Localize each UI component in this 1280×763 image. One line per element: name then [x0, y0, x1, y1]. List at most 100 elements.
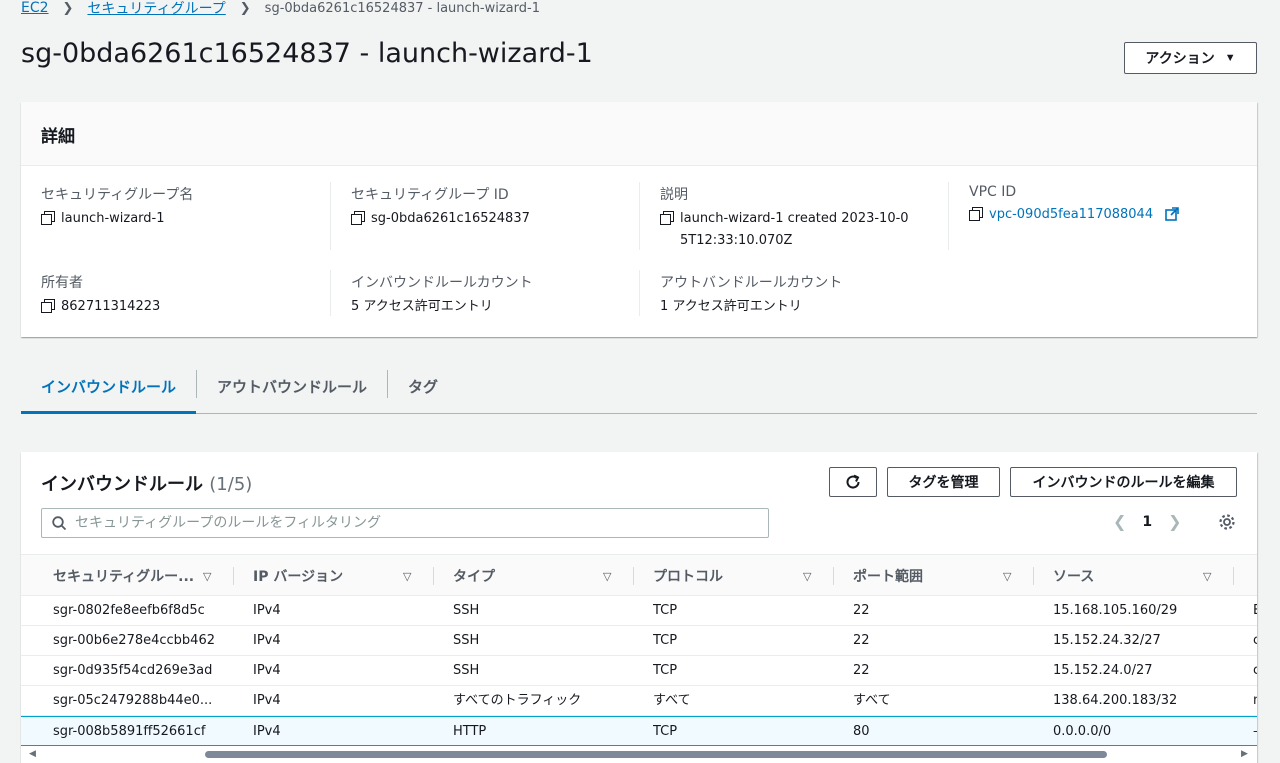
- page-number[interactable]: 1: [1142, 514, 1152, 530]
- actions-button-label: アクション: [1145, 50, 1215, 66]
- sort-down-icon[interactable]: ▽: [403, 570, 411, 583]
- breadcrumb-security-groups-link[interactable]: セキュリティグループ: [87, 0, 225, 18]
- cell-ip-version: IPv4: [253, 693, 281, 708]
- tab-tags[interactable]: タグ: [388, 362, 458, 414]
- manage-tags-button[interactable]: タグを管理: [887, 467, 1000, 497]
- inbound-count-value: 5 アクセス許可エントリ: [351, 299, 493, 314]
- detail-label: セキュリティグループ ID: [351, 187, 509, 203]
- column-header-source[interactable]: ソース ▽: [1053, 555, 1233, 597]
- refresh-icon: [846, 474, 860, 489]
- tab-outbound-rules[interactable]: アウトバウンドルール: [197, 362, 387, 414]
- table-row[interactable]: sgr-05c2479288b44e0... IPv4 すべてのトラフィック す…: [21, 686, 1257, 716]
- column-header-port-range[interactable]: ポート範囲 ▽: [853, 555, 1033, 597]
- owner-value: 862711314223: [61, 299, 161, 314]
- detail-label: 所有者: [41, 275, 83, 291]
- chevron-right-icon[interactable]: ❯: [1168, 512, 1181, 531]
- description-value: launch-wizard-1 created 2023-10-05T12:33…: [680, 211, 909, 248]
- detail-inbound-count: インバウンドルールカウント 5 アクセス許可エントリ: [351, 272, 631, 318]
- sort-down-icon[interactable]: ▽: [1003, 570, 1011, 583]
- cell-source: 138.64.200.183/32: [1053, 693, 1178, 708]
- detail-outbound-count: アウトバンドルールカウント 1 アクセス許可エントリ: [660, 272, 940, 318]
- copy-icon[interactable]: [969, 207, 983, 221]
- rules-count: (1/5): [209, 474, 253, 495]
- cell-type: SSH: [453, 633, 480, 648]
- column-divider: [633, 567, 634, 585]
- copy-icon[interactable]: [41, 299, 55, 313]
- cell-type: HTTP: [453, 724, 487, 739]
- cell-description: c: [1253, 663, 1257, 678]
- cell-rule-id: sgr-0802fe8eefb6f8d5c: [53, 603, 205, 618]
- column-divider: [639, 270, 640, 316]
- cell-ip-version: IPv4: [253, 663, 281, 678]
- sort-down-icon[interactable]: ▽: [1203, 570, 1211, 583]
- cell-source: 15.152.24.32/27: [1053, 633, 1161, 648]
- column-header-type[interactable]: タイプ ▽: [453, 555, 633, 597]
- gear-icon[interactable]: [1217, 512, 1237, 532]
- copy-icon[interactable]: [351, 211, 365, 225]
- sort-down-icon[interactable]: ▽: [203, 570, 211, 583]
- tab-inbound-rules[interactable]: インバウンドルール: [21, 362, 197, 414]
- copy-icon[interactable]: [41, 211, 55, 225]
- external-link-icon[interactable]: [1165, 207, 1179, 221]
- cell-protocol: TCP: [653, 633, 678, 648]
- sg-name-value: launch-wizard-1: [61, 211, 165, 226]
- detail-label: 説明: [660, 187, 688, 203]
- column-header-protocol[interactable]: プロトコル ▽: [653, 555, 833, 597]
- table-row[interactable]: sgr-0802fe8eefb6f8d5c IPv4 SSH TCP 22 15…: [21, 596, 1257, 626]
- search-field[interactable]: [41, 508, 769, 538]
- edit-inbound-rules-button[interactable]: インバウンドのルールを編集: [1010, 467, 1237, 497]
- breadcrumb: EC2 ❯ セキュリティグループ ❯ sg-0bda6261c16524837 …: [21, 0, 540, 18]
- chevron-right-icon: ❯: [62, 0, 74, 16]
- sort-down-icon[interactable]: ▽: [803, 570, 811, 583]
- cell-port-range: 22: [853, 663, 870, 678]
- chevron-right-icon: ❯: [239, 0, 251, 16]
- column-header-label: タイプ: [453, 569, 495, 585]
- cell-port-range: すべて: [853, 693, 891, 708]
- cell-port-range: 22: [853, 603, 870, 618]
- table-header: セキュリティグルー... ▽ IP バージョン ▽ タイプ ▽ プロトコル ▽ …: [21, 554, 1257, 596]
- cell-type: SSH: [453, 603, 480, 618]
- column-header-sg-rule-id[interactable]: セキュリティグルー... ▽: [53, 555, 233, 597]
- table-row-selected[interactable]: sgr-008b5891ff52661cf IPv4 HTTP TCP 80 0…: [21, 716, 1257, 746]
- scroll-left-icon[interactable]: ◀: [29, 749, 36, 759]
- cell-type: すべてのトラフィック: [453, 693, 582, 708]
- column-header-ip-version[interactable]: IP バージョン ▽: [253, 555, 433, 597]
- details-heading: 詳細: [21, 102, 1257, 166]
- scrollbar-thumb[interactable]: [205, 751, 1107, 758]
- table-row[interactable]: sgr-0d935f54cd269e3ad IPv4 SSH TCP 22 15…: [21, 656, 1257, 686]
- detail-label: VPC ID: [969, 184, 1017, 200]
- copy-icon[interactable]: [660, 211, 674, 225]
- cell-ip-version: IPv4: [253, 724, 281, 739]
- cell-protocol: TCP: [653, 724, 678, 739]
- cell-port-range: 80: [853, 724, 870, 739]
- cell-description: n: [1253, 686, 1257, 716]
- actions-button[interactable]: アクション ▼: [1124, 42, 1257, 74]
- column-divider: [433, 567, 434, 585]
- cell-source: 0.0.0.0/0: [1053, 724, 1112, 739]
- refresh-button[interactable]: [829, 467, 877, 497]
- detail-sg-id: セキュリティグループ ID sg-0bda6261c16524837: [351, 184, 631, 230]
- search-icon: [52, 515, 67, 530]
- cell-source: 15.152.24.0/27: [1053, 663, 1153, 678]
- sg-id-value: sg-0bda6261c16524837: [371, 211, 530, 226]
- breadcrumb-ec2-link[interactable]: EC2: [21, 0, 49, 16]
- chevron-left-icon[interactable]: ❮: [1113, 512, 1126, 531]
- detail-label: アウトバンドルールカウント: [660, 275, 843, 291]
- vpc-id-link[interactable]: vpc-090d5fea117088044: [989, 204, 1153, 226]
- rules-title-text: インバウンドルール: [41, 474, 203, 495]
- inbound-rules-panel: インバウンドルール (1/5) タグを管理 インバウンドのルールを編集 ❮ 1 …: [21, 452, 1257, 763]
- cell-description: c: [1253, 633, 1257, 648]
- search-input[interactable]: [75, 515, 735, 531]
- cell-description: –: [1253, 717, 1257, 747]
- cell-protocol: すべて: [653, 693, 691, 708]
- detail-label: セキュリティグループ名: [41, 187, 194, 203]
- cell-type: SSH: [453, 663, 480, 678]
- cell-source: 15.168.105.160/29: [1053, 603, 1178, 618]
- table-row[interactable]: sgr-00b6e278e4ccbb462 IPv4 SSH TCP 22 15…: [21, 626, 1257, 656]
- caret-down-icon: ▼: [1224, 52, 1236, 64]
- detail-vpc-id: VPC ID vpc-090d5fea117088044: [969, 184, 1249, 226]
- column-divider: [833, 567, 834, 585]
- sort-down-icon[interactable]: ▽: [603, 570, 611, 583]
- horizontal-scrollbar[interactable]: ◀ ▶: [21, 746, 1257, 763]
- scroll-right-icon[interactable]: ▶: [1241, 749, 1248, 759]
